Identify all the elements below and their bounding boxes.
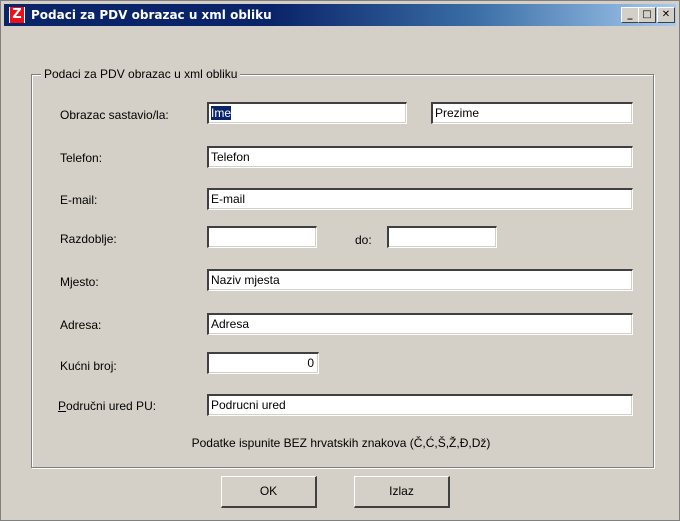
period-to-label: do: [355,233,372,247]
period-to-input[interactable] [387,226,497,248]
author-label: Obrazac sastavio/la: [60,108,169,122]
phone-label: Telefon: [60,151,103,165]
address-label: Adresa: [60,318,102,332]
office-label-text: odručni ured PU: [66,399,157,413]
house-number-label: Kućni broj: [60,359,117,373]
period-from-input[interactable] [207,226,317,248]
ok-button[interactable]: OK [221,476,317,508]
maximize-button[interactable]: □ [638,7,656,23]
groupbox-title: Podaci za PDV obrazac u xml obliku [41,67,241,81]
last-name-input[interactable]: Prezime [431,102,633,124]
first-name-input[interactable]: Ime [207,102,407,124]
first-name-value: Ime [211,106,232,120]
exit-button[interactable]: Izlaz [354,476,450,508]
close-button[interactable]: ✕ [657,7,675,23]
croatian-characters-note: Podatke ispunite BEZ hrvatskih znakova (… [191,436,491,450]
minimize-button[interactable]: _ [621,7,639,23]
dialog-window: Z Podaci za PDV obrazac u xml obliku _ □… [0,0,680,521]
app-logo-icon: Z [9,7,25,23]
house-number-input[interactable]: 0 [207,352,319,374]
office-label-mnemonic: P [58,399,67,413]
city-input[interactable]: Naziv mjesta [207,269,633,291]
title-bar[interactable]: Z Podaci za PDV obrazac u xml obliku _ □… [4,4,676,26]
period-label: Razdoblje: [60,232,117,246]
address-input[interactable]: Adresa [207,313,633,335]
office-label: Područni ured PU: [58,399,156,413]
phone-input[interactable]: Telefon [207,146,633,168]
email-input[interactable]: E-mail [207,188,633,210]
email-label: E-mail: [60,193,98,207]
window-title: Podaci za PDV obrazac u xml obliku [31,8,272,22]
city-label: Mjesto: [60,275,99,289]
tax-office-input[interactable]: Podrucni ured [207,394,633,416]
app-logo-letter: Z [10,7,24,23]
